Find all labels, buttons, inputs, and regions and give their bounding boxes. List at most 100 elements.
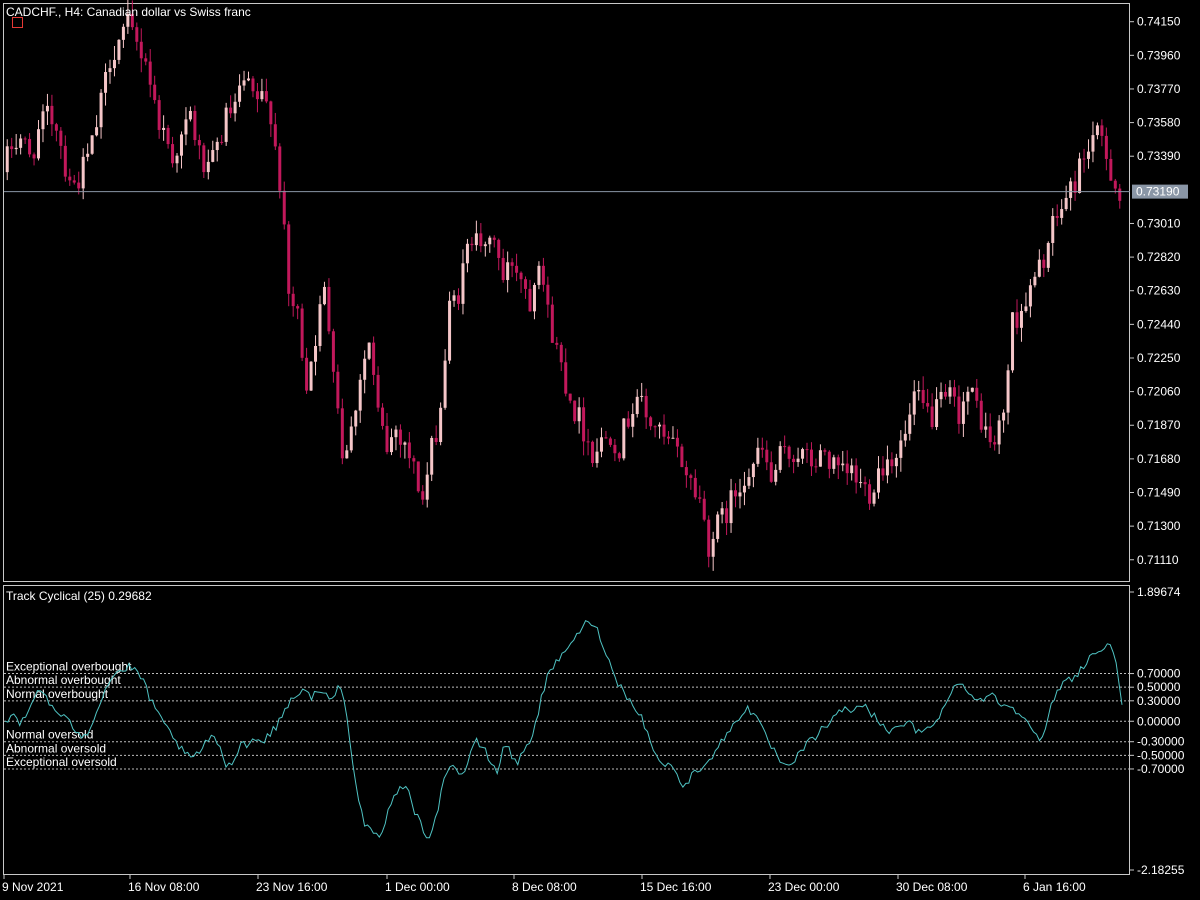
bull-candle [403,442,407,445]
bull-candle [238,85,242,102]
bull-candle [716,514,720,539]
bull-candle [738,492,742,497]
bull-candle [99,92,103,128]
bull-candle [443,360,447,408]
bull-candle [5,146,9,173]
bull-candle [358,379,362,411]
bear-candle [617,453,621,459]
bull-candle [1006,370,1010,413]
bull-candle [640,395,644,397]
bear-candle [814,466,818,468]
bull-candle [756,447,760,464]
bear-candle [591,441,595,464]
bull-candle [1002,412,1006,421]
price-tick-label: 0.73960 [1137,48,1181,62]
bull-candle [206,161,210,173]
time-tick-label: 30 Dec 08:00 [896,880,968,894]
bear-candle [930,406,934,427]
bull-candle [912,391,916,415]
indicator-axis: 0.700000.500000.30000 0.00000 -0.30000-0.5… [1130,585,1185,877]
symbol-title: CADCHF., H4: Canadian dollar vs Swiss fr… [6,5,251,19]
bull-candle [577,407,581,422]
indicator-level-label: Exceptional overbought [6,660,132,674]
bear-candle [157,100,161,130]
bear-candle [166,127,170,145]
bear-candle [50,105,54,125]
bear-candle [1015,312,1019,328]
bear-candle [1104,135,1108,159]
bear-candle [23,138,27,140]
chart-window[interactable]: 0.74150 0.73960 0.73770 0.73580 0.73390 0.730… [0,0,1200,900]
indicator-tick-label: 0.70000 [1137,667,1181,681]
bull-candle [430,437,434,475]
bull-candle [108,68,112,73]
bear-candle [604,437,608,439]
bull-candle [19,138,23,148]
bear-candle [613,444,617,454]
indicator-tick-label: -0.30000 [1137,735,1185,749]
bear-candle [59,130,63,146]
bull-candle [474,233,478,246]
bull-candle [389,437,393,453]
indicator-level-label: Exceptional oversold [6,755,117,769]
indicator-tick-label: -0.70000 [1137,762,1185,776]
indicator-level-label: Normal overbought [6,687,109,701]
bear-candle [519,272,523,280]
bear-candle [1100,125,1104,136]
bull-candle [872,492,876,504]
bear-candle [331,331,335,372]
bull-candle [425,474,429,500]
bear-candle [809,449,813,467]
bear-candle [827,451,831,469]
bear-candle [693,477,697,498]
bear-candle [698,497,702,499]
current-price-label: 0.73190 [1136,185,1180,199]
bull-candle [506,262,510,281]
bear-candle [675,437,679,447]
bull-candle [599,437,603,452]
bull-candle [818,450,822,467]
bear-candle [823,450,827,452]
indicator-frame[interactable] [3,585,1130,875]
bear-candle [135,27,139,42]
bull-candle [488,237,492,245]
bull-candle [247,78,251,81]
bear-candle [792,458,796,463]
bull-candle [175,155,179,164]
bull-candle [483,244,487,247]
bear-candle [1109,158,1113,181]
bear-candle [662,424,666,437]
bull-candle [1037,259,1041,277]
bull-candle [1011,312,1015,371]
bull-candle [671,437,675,439]
bear-candle [666,436,670,439]
bear-candle [510,262,514,266]
bear-candle [921,389,925,404]
time-tick-label: 16 Nov 08:00 [128,880,200,894]
bull-candle [774,469,778,482]
price-axis: 0.74150 0.73960 0.73770 0.73580 0.73390 0.730… [1130,15,1181,567]
bear-candle [77,182,81,189]
bull-candle [117,39,121,60]
bear-candle [72,180,76,183]
bear-candle [689,475,693,478]
bull-candle [367,342,371,359]
bull-candle [260,91,264,100]
bear-candle [340,408,344,459]
bull-candle [318,304,322,346]
bull-candle [711,538,715,557]
bull-candle [1091,135,1095,152]
bull-candle [720,508,724,515]
time-tick-label: 23 Nov 16:00 [256,880,328,894]
indicator-level-label: Abnormal oversold [6,741,106,755]
bear-candle [282,190,286,225]
main-chart-frame[interactable] [3,3,1130,582]
bear-candle [564,362,568,394]
bear-candle [148,61,152,85]
bear-candle [220,141,224,143]
bear-candle [296,306,300,309]
bear-candle [407,442,411,459]
bull-candle [984,426,988,430]
bull-candle [211,150,215,162]
bear-candle [269,101,273,125]
